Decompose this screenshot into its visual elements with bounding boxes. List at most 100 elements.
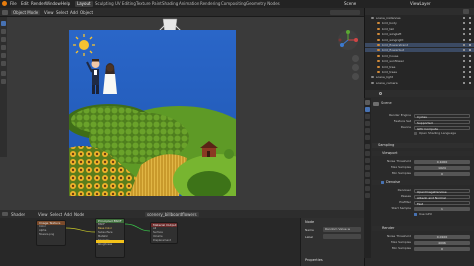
tab-layout[interactable]: Layout <box>75 1 93 7</box>
material-tab-icon[interactable] <box>365 186 370 191</box>
r-noise-threshold-field[interactable]: 0.0100 <box>414 234 470 239</box>
pan-icon[interactable] <box>352 64 359 71</box>
node-properties-header[interactable]: Properties <box>305 258 323 263</box>
outliner-item[interactable]: bird_trees <box>365 70 474 74</box>
use-gpu-checkbox[interactable] <box>414 213 417 216</box>
vp-menu-select[interactable]: Select <box>56 10 68 15</box>
visibility-eye-icon[interactable] <box>469 81 471 84</box>
base-color-swatch[interactable] <box>96 240 124 243</box>
visibility-eye-icon[interactable] <box>469 76 471 79</box>
shading-mode-buttons[interactable] <box>330 10 360 15</box>
sampling-section-header[interactable]: Sampling <box>372 143 473 148</box>
move-tool-icon[interactable] <box>1 37 6 42</box>
outliner-item[interactable]: bird_tree <box>365 65 474 69</box>
view-layer-tab-icon[interactable] <box>365 121 370 126</box>
menu-edit[interactable]: Edit <box>21 1 29 6</box>
render-toggle-icon[interactable] <box>463 38 465 41</box>
mode-dropdown[interactable]: Object Mode <box>11 10 41 15</box>
blender-logo-icon[interactable] <box>2 1 7 6</box>
data-tab-icon[interactable] <box>365 179 370 184</box>
menu-window[interactable]: Window <box>45 1 61 6</box>
visibility-eye-icon[interactable] <box>469 65 471 68</box>
render-toggle-icon[interactable] <box>463 27 465 30</box>
visibility-eye-icon[interactable] <box>469 27 471 30</box>
output-tab-icon[interactable] <box>365 114 370 119</box>
render-toggle-icon[interactable] <box>463 81 465 84</box>
render-toggle-icon[interactable] <box>463 49 465 52</box>
render-tab-icon[interactable] <box>365 107 370 112</box>
visibility-eye-icon[interactable] <box>469 33 471 36</box>
material-selector[interactable]: scenery_billboardflowers <box>145 212 199 217</box>
denoise-checkbox[interactable] <box>381 181 384 184</box>
cursor-tool-icon[interactable] <box>1 29 6 34</box>
scene-tab-icon[interactable] <box>365 128 370 133</box>
render-toggle-icon[interactable] <box>463 54 465 57</box>
outliner-item[interactable]: bird_wingright <box>365 38 474 42</box>
object-tab-icon[interactable] <box>365 144 370 149</box>
vp-noise-threshold-field[interactable]: 0.1000 <box>414 159 470 164</box>
visibility-eye-icon[interactable] <box>469 44 471 46</box>
viewport-subsection-header[interactable]: Viewport <box>372 151 473 156</box>
vp-denoiser-dropdown[interactable]: OpenImageDenoise <box>414 188 470 194</box>
outliner-item[interactable]: bird_body <box>365 21 474 25</box>
render-toggle-icon[interactable] <box>463 22 465 25</box>
shader-menu-select[interactable]: Select <box>50 212 62 217</box>
node-name-field[interactable]: Random Value.w <box>323 227 361 232</box>
search-icon[interactable] <box>379 92 382 95</box>
measure-tool-icon[interactable] <box>1 79 6 84</box>
vp-max-samples-field[interactable]: 1024 <box>414 165 470 170</box>
visibility-eye-icon[interactable] <box>469 17 471 19</box>
vp-passes-dropdown[interactable]: Albedo and Normal <box>414 194 470 200</box>
select-tool-icon[interactable] <box>1 21 6 26</box>
shader-editor-type-icon[interactable] <box>2 212 8 216</box>
vp-menu-object[interactable]: Object <box>80 10 93 15</box>
outliner-item[interactable]: scene_instances <box>365 16 474 20</box>
menu-file[interactable]: File <box>10 1 17 6</box>
navigation-gizmo[interactable] <box>336 28 360 52</box>
r-max-samples-field[interactable]: 4096 <box>414 240 470 245</box>
tab-geometry-nodes[interactable]: Geometry Nodes <box>244 1 282 7</box>
vp-menu-view[interactable]: View <box>44 10 54 15</box>
shader-menu-node[interactable]: Node <box>74 212 84 217</box>
shader-editor-mode[interactable]: Shader <box>11 212 25 217</box>
camera-view-icon[interactable] <box>352 73 359 80</box>
feature-set-dropdown[interactable]: Supported <box>414 119 470 125</box>
render-toggle-icon[interactable] <box>463 71 465 73</box>
visibility-eye-icon[interactable] <box>469 71 471 73</box>
physics-tab-icon[interactable] <box>365 165 370 170</box>
outliner-item[interactable]: bird_house <box>365 54 474 58</box>
render-toggle-icon[interactable] <box>463 60 465 63</box>
render-toggle-icon[interactable] <box>463 44 465 46</box>
tool-tab-icon[interactable] <box>365 100 370 105</box>
render-toggle-icon[interactable] <box>463 17 465 19</box>
outliner-item[interactable]: bird_sunflower <box>365 59 474 63</box>
constraints-tab-icon[interactable] <box>365 172 370 177</box>
world-tab-icon[interactable] <box>365 135 370 140</box>
outliner-item[interactable]: scene_camera <box>365 81 474 85</box>
render-toggle-icon[interactable] <box>463 33 465 36</box>
visibility-eye-icon[interactable] <box>469 54 471 57</box>
visibility-eye-icon[interactable] <box>469 60 471 63</box>
vp-min-samples-field[interactable]: 0 <box>414 171 470 176</box>
render-toggle-icon[interactable] <box>463 65 465 68</box>
node-label-field[interactable] <box>323 234 361 239</box>
menu-render[interactable]: Render <box>31 1 45 6</box>
visibility-eye-icon[interactable] <box>469 49 471 52</box>
outliner-item[interactable]: bird_flowerstrand <box>365 43 474 47</box>
texture-tab-icon[interactable] <box>365 193 370 198</box>
rotate-tool-icon[interactable] <box>1 45 6 50</box>
visibility-eye-icon[interactable] <box>469 38 471 41</box>
vp-start-sample-field[interactable]: 1 <box>414 206 470 211</box>
editor-type-icon[interactable] <box>2 10 8 15</box>
shader-menu-add[interactable]: Add <box>64 212 72 217</box>
osl-checkbox[interactable] <box>414 132 417 135</box>
render-engine-dropdown[interactable]: Cycles <box>414 113 470 119</box>
shader-menu-view[interactable]: View <box>38 212 48 217</box>
modifier-tab-icon[interactable] <box>365 151 370 156</box>
annotate-tool-icon[interactable] <box>1 71 6 76</box>
render-toggle-icon[interactable] <box>463 76 465 79</box>
transform-tool-icon[interactable] <box>1 61 6 66</box>
scene-selector[interactable]: Scene <box>344 1 356 6</box>
menu-help[interactable]: Help <box>61 1 70 6</box>
outliner-item[interactable]: bird_tail <box>365 27 474 31</box>
